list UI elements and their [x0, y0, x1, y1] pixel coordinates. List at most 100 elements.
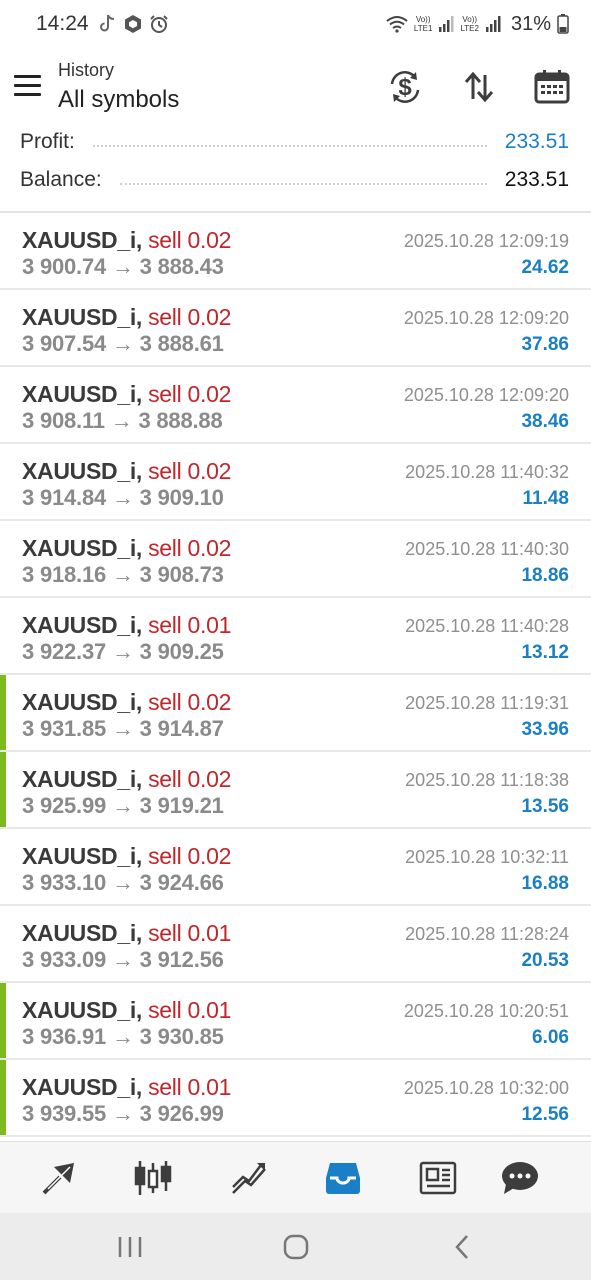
dotted-leader [92, 143, 487, 147]
symbol-name: XAUUSD_i, [22, 997, 142, 1023]
tiktok-icon [99, 14, 114, 32]
deal-datetime: 2025.10.28 11:18:38 [405, 770, 569, 790]
profit-label: Profit: [20, 130, 75, 153]
symbol-name: XAUUSD_i, [22, 920, 142, 946]
balance-label: Balance: [20, 168, 102, 191]
deal-profit: 18.86 [521, 565, 569, 586]
deal-datetime: 2025.10.28 10:32:00 [403, 1078, 569, 1098]
deal-datetime: 2025.10.28 11:40:30 [405, 539, 569, 559]
deal-prices: 3 939.55 → 3 926.99 [22, 1101, 224, 1126]
deal-symbol: XAUUSD_i, sell 0.02 [22, 843, 231, 870]
deal-row[interactable]: XAUUSD_i, sell 0.01 3 936.91 → 3 930.85 20… [0, 983, 591, 1060]
app-hexagon-icon [124, 15, 141, 33]
deal-datetime: 2025.10.28 10:32:11 [405, 847, 569, 867]
deal-row[interactable]: XAUUSD_i, sell 0.02 3 931.85 → 3 914.87 20… [0, 675, 591, 752]
calendar-icon[interactable] [531, 66, 573, 108]
deal-prices: 3 907.54 → 3 888.61 [22, 331, 224, 356]
deal-profit: 6.06 [532, 1027, 569, 1048]
signal-icon [439, 16, 454, 32]
signal-icon [485, 16, 501, 32]
deal-profit: 13.12 [521, 642, 569, 663]
deal-side-volume: sell 0.01 [148, 1074, 232, 1100]
battery-icon [557, 14, 569, 34]
deal-symbol: XAUUSD_i, sell 0.02 [22, 227, 231, 254]
deal-symbol: XAUUSD_i, sell 0.02 [22, 381, 231, 408]
symbol-name: XAUUSD_i, [22, 766, 142, 792]
symbol-name: XAUUSD_i, [22, 612, 142, 638]
deal-profit: 38.46 [521, 411, 569, 432]
deal-row[interactable]: XAUUSD_i, sell 0.02 3 933.10 → 3 924.66 20… [0, 829, 591, 906]
deal-row[interactable]: XAUUSD_i, sell 0.02 3 900.74 → 3 888.43 20… [0, 213, 591, 290]
recent-apps-icon [118, 1237, 142, 1257]
deal-prices: 3 925.99 → 3 919.21 [22, 793, 224, 818]
deal-row[interactable]: XAUUSD_i, sell 0.02 3 914.84 → 3 909.10 20… [0, 444, 591, 521]
alarm-icon [149, 15, 168, 33]
symbol-filter[interactable]: All symbols [58, 86, 179, 114]
deal-symbol: XAUUSD_i, sell 0.02 [22, 458, 231, 485]
deal-profit: 11.48 [522, 488, 570, 509]
deal-row[interactable]: XAUUSD_i, sell 0.02 3 925.99 → 3 919.21 20… [0, 752, 591, 829]
tab-messages[interactable] [498, 1156, 542, 1200]
battery-percent: 31% [510, 12, 551, 35]
deal-prices: 3 931.85 → 3 914.87 [22, 716, 224, 741]
symbol-name: XAUUSD_i, [22, 227, 142, 253]
app-header: History All symbols $ [0, 52, 591, 124]
deal-row[interactable]: XAUUSD_i, sell 0.02 3 918.16 → 3 908.73 20… [0, 521, 591, 598]
deal-profit: 33.96 [521, 719, 569, 740]
deal-datetime: 2025.10.28 11:40:32 [405, 462, 569, 482]
candlestick-chart-icon [134, 1161, 172, 1195]
trade-icon [42, 1163, 74, 1195]
deal-datetime: 2025.10.28 12:09:20 [403, 308, 569, 328]
balance-row: Balance: 233.51 [0, 163, 591, 197]
deal-datetime: 2025.10.28 11:40:28 [405, 616, 569, 636]
deal-prices: 3 936.91 → 3 930.85 [22, 1024, 224, 1049]
deal-side-volume: sell 0.02 [148, 458, 232, 484]
deal-side-volume: sell 0.01 [148, 920, 232, 946]
profit-row: Profit: 233.51 [0, 125, 591, 159]
deal-side-volume: sell 0.01 [148, 997, 232, 1023]
deal-prices: 3 918.16 → 3 908.73 [22, 562, 224, 587]
deal-datetime: 2025.10.28 11:28:24 [405, 924, 569, 944]
symbol-name: XAUUSD_i, [22, 458, 142, 484]
deal-row[interactable]: XAUUSD_i, sell 0.01 3 939.55 → 3 926.99 20… [0, 1060, 591, 1137]
home-icon [283, 1234, 309, 1260]
deal-symbol: XAUUSD_i, sell 0.01 [22, 997, 231, 1024]
history-inbox-icon [326, 1163, 360, 1194]
tab-trade[interactable] [37, 1156, 81, 1200]
deal-row[interactable]: XAUUSD_i, sell 0.01 3 933.09 → 3 912.56 20… [0, 906, 591, 983]
tab-history[interactable] [321, 1156, 365, 1200]
recent-apps-button[interactable] [110, 1229, 150, 1265]
menu-icon[interactable] [14, 70, 44, 100]
deal-profit: 16.88 [521, 873, 569, 894]
symbol-name: XAUUSD_i, [22, 1074, 142, 1100]
deal-symbol: XAUUSD_i, sell 0.02 [22, 535, 231, 562]
deal-symbol: XAUUSD_i, sell 0.02 [22, 304, 231, 331]
deal-row[interactable]: XAUUSD_i, sell 0.01 3 922.37 → 3 909.25 20… [0, 598, 591, 675]
deal-prices: 3 933.10 → 3 924.66 [22, 870, 224, 895]
status-time: 14:24 [36, 12, 89, 35]
back-button[interactable] [442, 1229, 482, 1265]
bottom-tab-bar [0, 1141, 591, 1213]
currency-exchange-icon[interactable]: $ [384, 66, 426, 108]
deal-symbol: XAUUSD_i, sell 0.01 [22, 920, 231, 947]
tab-news[interactable] [416, 1156, 460, 1200]
deal-row[interactable]: XAUUSD_i, sell 0.02 3 908.11 → 3 888.88 20… [0, 367, 591, 444]
header-subtitle: History [58, 60, 115, 80]
deal-row[interactable]: XAUUSD_i, sell 0.02 3 907.54 → 3 888.61 20… [0, 290, 591, 367]
deal-profit: 12.56 [521, 1104, 569, 1125]
deal-datetime: 2025.10.28 12:09:20 [403, 385, 569, 405]
chat-icon [502, 1162, 538, 1194]
profit-value: 233.51 [504, 130, 569, 153]
symbol-name: XAUUSD_i, [22, 689, 142, 715]
deal-symbol: XAUUSD_i, sell 0.02 [22, 689, 231, 716]
deal-side-volume: sell 0.02 [148, 381, 232, 407]
sort-icon[interactable] [458, 66, 500, 108]
tab-chart[interactable] [226, 1156, 270, 1200]
deal-datetime: 2025.10.28 12:09:19 [403, 231, 569, 251]
home-button[interactable] [276, 1229, 316, 1265]
tab-quotes[interactable] [131, 1156, 175, 1200]
dotted-leader [119, 181, 487, 185]
symbol-name: XAUUSD_i, [22, 304, 142, 330]
deal-side-volume: sell 0.02 [148, 535, 232, 561]
deal-prices: 3 914.84 → 3 909.10 [22, 485, 224, 510]
